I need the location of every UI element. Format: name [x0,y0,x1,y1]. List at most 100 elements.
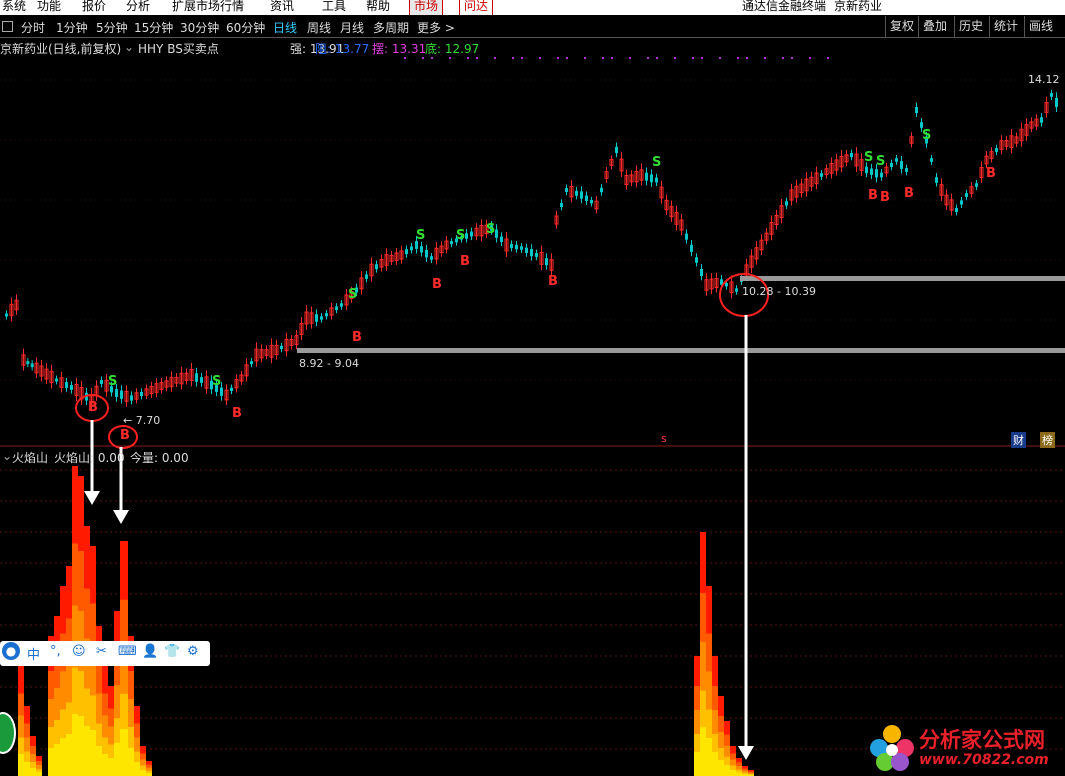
top-signal-dot [719,57,721,59]
candle-down [195,373,198,382]
ime-user-icon[interactable]: 👤 [142,644,158,659]
top-signal-dot [566,57,568,59]
candle-down [890,163,893,167]
watermark: 分析家公式网 www.70822.com [865,720,1065,776]
sell-signal: S [652,155,662,170]
buy-signal: B [548,274,558,289]
flame-bar [706,738,712,776]
flame-bar [54,744,60,776]
lower-indicator-line: 火焰山: 0.00 [54,451,125,465]
top-signal-dot [449,57,451,59]
candle-down [955,207,958,213]
watermark-url: www.70822.com [919,752,1049,768]
candle-down [65,382,68,388]
top-signal-dot [557,57,559,59]
sell-signal: S [108,374,118,389]
candle-down [55,378,58,382]
flame-bar [84,726,90,776]
flame-bar [120,729,128,776]
corner-cai-badge[interactable]: 财 [1011,432,1026,448]
sell-signal: S [212,374,222,389]
ime-chinese-toggle[interactable]: 中 [27,644,40,663]
ime-emoji-icon[interactable]: ☺ [72,644,86,659]
ime-logo-icon[interactable]: ● [2,642,20,660]
ime-punct-toggle[interactable]: °, [50,644,61,659]
sell-signal: S [456,228,466,243]
arrow-3-head [738,746,754,760]
lower-toggle-icon[interactable]: ⌄ [2,449,12,463]
top-signal-dot [476,57,478,59]
candle-down [30,363,34,368]
top-signal-dot [629,57,631,59]
sell-signal: S [876,154,886,169]
sell-signal: S [486,222,496,237]
candle-down [1055,97,1058,108]
top-signal-dot [701,57,703,59]
candle-down [115,389,118,397]
ime-skin-icon[interactable]: 👕 [164,644,180,659]
support-zone-1-label: 8.92 - 9.04 [299,357,359,370]
flame-bar [128,748,134,776]
flame-bar [134,762,140,776]
candle-down [615,146,618,154]
candle-down [600,187,603,193]
sell-signal: S [922,128,932,143]
candle-down [735,288,738,292]
candle-down [515,244,518,250]
buy-signal: B [904,186,914,201]
flame-bar [140,770,146,776]
candle-down [575,190,578,196]
buy-signal: B [460,254,470,269]
candle-down [935,177,938,183]
buy-signal: B [120,428,130,443]
top-signal-dot [827,57,829,59]
candle-down [525,247,528,253]
flame-bar [24,762,30,776]
top-signal-dot [539,57,541,59]
candle-down [325,313,328,317]
candle-down [645,172,648,181]
candle-down [650,174,653,183]
candle-down [585,195,588,202]
top-signal-dot [746,57,748,59]
candle-down [560,202,563,208]
candle-down [425,249,428,258]
lower-indicator-name[interactable]: 火焰山 [12,449,48,466]
support-zone-1 [297,348,1065,353]
top-signal-dot [611,57,613,59]
ime-keyboard-icon[interactable]: ⌨ [118,644,137,659]
candle-down [120,390,123,399]
sell-signal: S [348,287,358,302]
candle-down [375,264,378,270]
support-zone-2 [740,276,1065,281]
candle-down [420,246,423,253]
candle-down [695,257,698,263]
ime-settings-icon[interactable]: ⚙ [187,644,199,659]
candle-down [1050,93,1053,97]
ime-scissors-icon[interactable]: ✂ [96,644,107,659]
candle-down [655,177,658,183]
candle-down [865,166,868,174]
lower-volume: 今量: 0.00 [130,451,189,465]
candle-down [335,306,338,311]
corner-bang-badge[interactable]: 榜 [1040,432,1055,448]
candle-down [450,241,453,245]
flame-bar [108,758,114,776]
ime-toolbar: ● 中 °, ☺ ✂ ⌨ 👤 👕 ⚙ [0,641,210,666]
top-signal-dot [791,57,793,59]
flame-bar [48,748,54,776]
candle-down [580,191,583,199]
flame-bar [78,716,84,776]
flame-bar [712,752,718,776]
top-signal-dot [656,57,658,59]
candle-down [340,303,343,307]
candle-down [685,233,688,240]
flame-bar [30,768,36,776]
top-signal-dot [584,57,586,59]
flame-bar [18,754,24,776]
candle-down [520,246,523,250]
candle-down [230,387,233,391]
top-signal-dot [764,57,766,59]
buy-signal: B [352,330,362,345]
candle-down [5,313,8,317]
